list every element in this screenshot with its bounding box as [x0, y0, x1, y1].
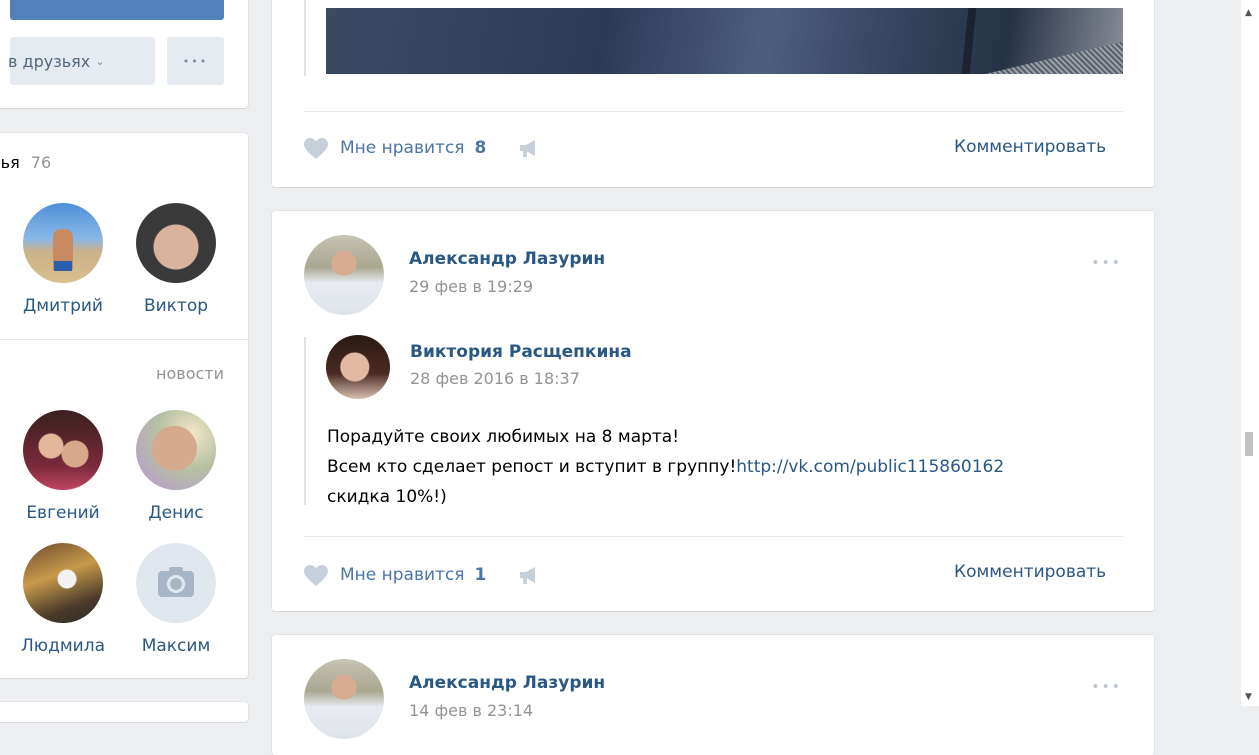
avatar-maksim-placeholder[interactable] — [136, 543, 216, 623]
friend-name-evgeniy[interactable]: Евгений — [8, 503, 118, 523]
friend-name-maksim[interactable]: Максим — [121, 636, 231, 656]
next-left-card — [0, 702, 248, 722]
post-card-2: Александр Лазурин 14 фев в 23:14 ••• — [272, 635, 1154, 755]
repost-quote-bar — [304, 0, 306, 76]
post-link[interactable]: http://vk.com/public115860162 — [736, 457, 1004, 477]
post-divider — [304, 536, 1123, 537]
post-menu-dots[interactable]: ••• — [1091, 255, 1122, 271]
camera-icon — [136, 543, 216, 623]
author-avatar[interactable] — [304, 235, 384, 315]
share-megaphone-icon[interactable] — [518, 137, 540, 159]
friends-status-label: в друзьях — [8, 52, 90, 71]
like-button[interactable]: Мне нравится 1 — [304, 564, 540, 586]
post-date[interactable]: 29 фев в 19:29 — [409, 277, 533, 296]
friends-status-button[interactable]: в друзьях ⌄ — [10, 37, 155, 85]
post-menu-dots[interactable]: ••• — [1091, 679, 1122, 695]
chevron-down-icon: ⌄ — [95, 55, 104, 68]
author-avatar[interactable] — [304, 659, 384, 739]
scroll-up-arrow-icon[interactable]: ▲ — [1245, 8, 1252, 18]
avatar-lyudmila[interactable] — [23, 543, 103, 623]
friend-name-denis[interactable]: Денис — [121, 503, 231, 523]
like-label: Мне нравится — [340, 138, 465, 158]
scroll-down-arrow-icon[interactable]: ▼ — [1245, 692, 1252, 702]
friend-name-lyudmila[interactable]: Людмила — [8, 636, 118, 656]
friend-name-viktor[interactable]: Виктор — [121, 296, 231, 316]
friend-name-dmitriy[interactable]: Дмитрий — [8, 296, 118, 316]
profile-actions-card: в друзьях ⌄ ••• — [0, 0, 248, 108]
avatar-viktor[interactable] — [136, 203, 216, 283]
post-card-0: Мне нравится 8 Комментировать — [272, 0, 1154, 187]
friends-card: Друзья 76 Дмитрий Виктор 0 новости Евген… — [0, 133, 248, 678]
post-photo[interactable] — [326, 8, 1123, 74]
comment-button[interactable]: Комментировать — [954, 562, 1106, 582]
page-scrollbar[interactable]: ▲ ▼ — [1241, 0, 1259, 706]
share-megaphone-icon[interactable] — [518, 564, 540, 586]
avatar-evgeniy[interactable] — [23, 410, 103, 490]
heart-icon — [304, 565, 328, 586]
news-link[interactable]: новости — [156, 364, 224, 383]
repost-author[interactable]: Виктория Расщепкина — [410, 342, 632, 362]
post-text-line3: скидка 10%!) — [327, 482, 1107, 512]
repost-date[interactable]: 28 фев 2016 в 18:37 — [410, 369, 580, 388]
post-text: Порадуйте своих любимых на 8 марта! Всем… — [327, 422, 1107, 512]
post-author[interactable]: Александр Лазурин — [409, 249, 605, 269]
primary-action-bar[interactable] — [10, 0, 224, 20]
heart-icon — [304, 138, 328, 159]
like-count: 8 — [475, 138, 487, 158]
repost-author-avatar[interactable] — [326, 335, 390, 399]
post-card-1: Александр Лазурин 29 фев в 19:29 ••• Вик… — [272, 211, 1154, 611]
post-date[interactable]: 14 фев в 23:14 — [409, 701, 533, 720]
post-text-line2: Всем кто сделает репост и вступит в груп… — [327, 452, 1107, 482]
post-divider — [304, 111, 1123, 112]
repost-quote-bar — [304, 337, 306, 505]
like-button[interactable]: Мне нравится 8 — [304, 137, 540, 159]
avatar-denis[interactable] — [136, 410, 216, 490]
section-divider — [0, 339, 248, 340]
avatar-dmitriy[interactable] — [23, 203, 103, 283]
post-text-line2-prefix: Всем кто сделает репост и вступит в груп… — [327, 457, 736, 477]
friends-header[interactable]: Друзья 76 — [0, 153, 51, 172]
post-text-line1: Порадуйте своих любимых на 8 марта! — [327, 422, 1107, 452]
more-actions-button[interactable]: ••• — [167, 37, 224, 85]
scrollbar-thumb[interactable] — [1245, 432, 1253, 456]
post-author[interactable]: Александр Лазурин — [409, 673, 605, 693]
like-label: Мне нравится — [340, 565, 465, 585]
friends-title: Друзья — [0, 153, 20, 172]
comment-button[interactable]: Комментировать — [954, 137, 1106, 157]
like-count: 1 — [475, 565, 487, 585]
friends-count: 76 — [31, 153, 51, 172]
